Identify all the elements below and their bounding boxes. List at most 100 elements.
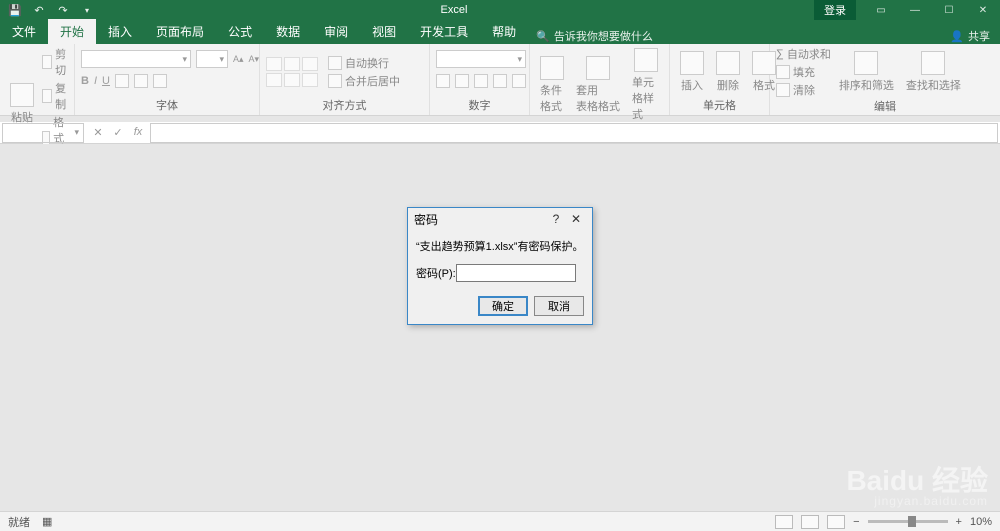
ribbon-options-icon[interactable]: ▭	[864, 0, 898, 20]
font-name-select[interactable]: ▾	[81, 50, 191, 68]
cancel-formula-icon[interactable]: ✕	[88, 125, 108, 140]
border-icon[interactable]	[115, 74, 129, 88]
search-icon: 🔍	[536, 30, 550, 43]
qat-customize-icon[interactable]: ▾	[80, 3, 94, 17]
decrease-font-icon[interactable]: A▾	[249, 54, 260, 65]
workspace	[0, 144, 1000, 511]
tab-file[interactable]: 文件	[0, 19, 48, 44]
fill-color-icon[interactable]	[134, 74, 148, 88]
group-styles: 条件格式 套用 表格格式 单元格样式 样式	[530, 44, 670, 115]
currency-icon[interactable]	[436, 74, 450, 88]
delete-cells-button[interactable]: 删除	[712, 49, 744, 95]
tab-formulas[interactable]: 公式	[216, 19, 264, 44]
zoom-level[interactable]: 10%	[970, 516, 992, 528]
zoom-out-button[interactable]: −	[853, 516, 859, 528]
share-button[interactable]: 👤 共享	[950, 28, 990, 44]
increase-decimal-icon[interactable]	[493, 74, 507, 88]
font-size-select[interactable]: ▾	[196, 50, 228, 68]
merge-center-button[interactable]: 合并后居中	[328, 73, 400, 89]
fx-icon[interactable]: fx	[128, 125, 148, 140]
insert-cells-button[interactable]: 插入	[676, 49, 708, 95]
paste-icon	[10, 83, 34, 107]
tab-page-layout[interactable]: 页面布局	[144, 19, 216, 44]
dialog-close-button[interactable]: ✕	[566, 212, 586, 226]
page-layout-view-button[interactable]	[801, 515, 819, 529]
find-icon	[921, 51, 945, 75]
tab-help[interactable]: 帮助	[480, 19, 528, 44]
tab-review[interactable]: 审阅	[312, 19, 360, 44]
maximize-button[interactable]: ☐	[932, 0, 966, 20]
formula-input[interactable]	[150, 123, 998, 143]
ok-button[interactable]: 确定	[478, 296, 528, 316]
tell-me-search[interactable]: 🔍 告诉我你想要做什么	[536, 28, 653, 44]
group-label: 单元格	[676, 97, 763, 114]
font-color-icon[interactable]	[153, 74, 167, 88]
merge-icon	[328, 74, 342, 88]
cell-styles-button[interactable]: 单元格样式	[628, 46, 663, 124]
window-controls: 登录 ▭ — ☐ ✕	[814, 0, 1000, 20]
app-title: Excel	[94, 4, 814, 16]
sort-filter-button[interactable]: 排序和筛选	[835, 49, 898, 95]
name-box[interactable]: ▾	[2, 123, 84, 143]
enter-formula-icon[interactable]: ✓	[108, 125, 128, 140]
group-label: 数字	[436, 97, 523, 114]
minimize-button[interactable]: —	[898, 0, 932, 20]
dialog-titlebar[interactable]: 密码 ? ✕	[408, 208, 592, 230]
quick-access-toolbar: 💾 ↶ ↷ ▾	[0, 3, 94, 17]
tab-home[interactable]: 开始	[48, 19, 96, 44]
ribbon: 粘贴 剪切 复制 格式刷 剪贴板 ▾ ▾ A▴ A▾ B I U	[0, 44, 1000, 116]
group-cells: 插入 删除 格式 单元格	[670, 44, 770, 115]
cancel-button[interactable]: 取消	[534, 296, 584, 316]
tab-insert[interactable]: 插入	[96, 19, 144, 44]
copy-button[interactable]: 复制	[42, 80, 70, 112]
status-ready: 就绪	[8, 514, 30, 530]
redo-icon[interactable]: ↷	[56, 3, 70, 17]
password-input[interactable]	[456, 264, 576, 282]
conditional-format-button[interactable]: 条件格式	[536, 54, 568, 116]
tab-developer[interactable]: 开发工具	[408, 19, 480, 44]
zoom-in-button[interactable]: +	[956, 516, 962, 528]
comma-icon[interactable]	[474, 74, 488, 88]
autosum-button[interactable]: ∑自动求和	[776, 46, 831, 62]
find-select-button[interactable]: 查找和选择	[902, 49, 965, 95]
ribbon-tabs: 文件 开始 插入 页面布局 公式 数据 审阅 视图 开发工具 帮助 🔍 告诉我你…	[0, 20, 1000, 44]
zoom-slider[interactable]	[868, 520, 948, 523]
clear-icon	[776, 83, 790, 97]
copy-icon	[42, 89, 52, 103]
underline-button[interactable]: U	[102, 75, 110, 87]
login-button[interactable]: 登录	[814, 0, 856, 20]
insert-icon	[680, 51, 704, 75]
wrap-text-button[interactable]: 自动换行	[328, 55, 400, 71]
cut-button[interactable]: 剪切	[42, 46, 70, 78]
share-icon: 👤	[950, 30, 964, 43]
format-as-table-button[interactable]: 套用 表格格式	[572, 54, 624, 116]
macro-record-icon[interactable]: ▦	[42, 515, 52, 528]
tab-data[interactable]: 数据	[264, 19, 312, 44]
formula-bar: ▾ ✕ ✓ fx	[0, 122, 1000, 144]
page-break-view-button[interactable]	[827, 515, 845, 529]
number-format-select[interactable]: ▾	[436, 50, 526, 68]
clear-button[interactable]: 清除	[776, 82, 831, 98]
wrap-icon	[328, 56, 342, 70]
paste-button[interactable]: 粘贴	[6, 81, 38, 127]
tab-view[interactable]: 视图	[360, 19, 408, 44]
fill-icon	[776, 65, 790, 79]
delete-icon	[716, 51, 740, 75]
bold-button[interactable]: B	[81, 75, 89, 87]
cut-icon	[42, 55, 52, 69]
group-label: 编辑	[776, 98, 994, 115]
cell-style-icon	[634, 48, 658, 72]
close-button[interactable]: ✕	[966, 0, 1000, 20]
italic-button[interactable]: I	[94, 75, 97, 87]
cond-format-icon	[540, 56, 564, 80]
decrease-decimal-icon[interactable]	[512, 74, 526, 88]
fill-button[interactable]: 填充	[776, 64, 831, 80]
normal-view-button[interactable]	[775, 515, 793, 529]
dialog-help-button[interactable]: ?	[546, 212, 566, 226]
save-icon[interactable]: 💾	[8, 3, 22, 17]
percent-icon[interactable]	[455, 74, 469, 88]
undo-icon[interactable]: ↶	[32, 3, 46, 17]
group-clipboard: 粘贴 剪切 复制 格式刷 剪贴板	[0, 44, 75, 115]
alignment-buttons[interactable]	[266, 57, 318, 87]
increase-font-icon[interactable]: A▴	[233, 54, 244, 65]
